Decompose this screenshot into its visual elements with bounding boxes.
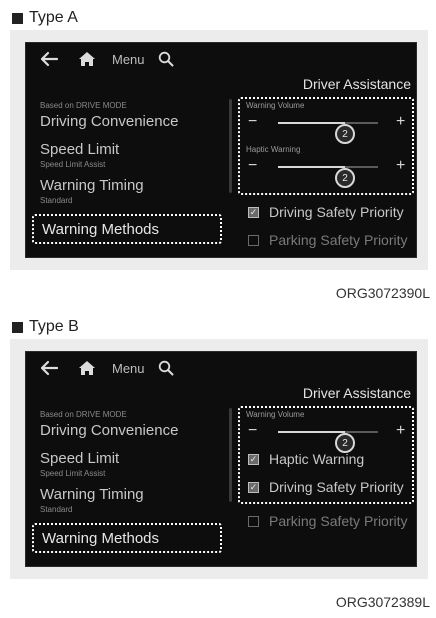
menu-scrollbar[interactable] [229, 408, 232, 502]
menu-item-driving-convenience[interactable]: Driving Convenience [40, 422, 178, 439]
search-icon[interactable] [157, 50, 175, 68]
slider-knob[interactable]: 2 [335, 168, 355, 188]
square-bullet-icon [12, 321, 23, 333]
type-a-heading: Type A [12, 8, 78, 28]
menu-item-warning-timing-sub: Standard [40, 196, 73, 205]
parking-safety-priority-label: Parking Safety Priority [269, 513, 408, 529]
checkbox[interactable]: ✓ [248, 453, 259, 465]
menu-button[interactable]: Menu [112, 361, 145, 376]
driving-safety-priority-label: Driving Safety Priority [269, 204, 404, 220]
volume-decrease-button[interactable]: − [248, 422, 257, 440]
menu-button[interactable]: Menu [112, 52, 145, 67]
haptic-increase-button[interactable]: + [396, 157, 405, 175]
type-b-infotainment-screen: Menu Driver Assistance Based on DRIVE MO… [25, 351, 417, 567]
driving-safety-priority-option[interactable]: ✓ Driving Safety Priority [248, 476, 404, 498]
haptic-warning-label: Haptic Warning [246, 145, 301, 154]
volume-decrease-button[interactable]: − [248, 113, 257, 131]
back-arrow-icon[interactable] [38, 49, 60, 69]
type-b-heading: Type B [12, 317, 79, 337]
volume-increase-button[interactable]: + [396, 113, 405, 131]
menu-item-speed-limit-sub: Speed Limit Assist [40, 469, 106, 478]
home-icon[interactable] [76, 358, 98, 378]
type-a-heading-text: Type A [29, 9, 78, 26]
screen-title: Driver Assistance [302, 385, 411, 401]
type-b-heading-text: Type B [29, 318, 79, 335]
warning-volume-label: Warning Volume [246, 410, 305, 419]
type-a-infotainment-screen: Menu Driver Assistance Based on DRIVE MO… [25, 42, 417, 258]
haptic-decrease-button[interactable]: − [248, 157, 257, 175]
haptic-warning-slider[interactable]: − 2 + [244, 155, 410, 188]
screen-title: Driver Assistance [302, 76, 411, 92]
slider-fill [278, 122, 345, 124]
square-bullet-icon [12, 12, 23, 24]
haptic-warning-label: Haptic Warning [269, 451, 365, 467]
settings-menu-list: Based on DRIVE MODE Driving Convenience … [26, 97, 224, 257]
type-b-section: Type B Menu Driver Assistance Based on D… [0, 309, 436, 618]
drive-mode-note: Based on DRIVE MODE [40, 410, 127, 419]
menu-item-warning-timing[interactable]: Warning Timing [40, 177, 144, 194]
driving-safety-priority-option[interactable]: ✓ Driving Safety Priority [248, 201, 404, 223]
type-b-top-bar: Menu [26, 352, 416, 384]
parking-safety-priority-option[interactable]: Parking Safety Priority [248, 229, 408, 251]
type-b-figure-panel: Menu Driver Assistance Based on DRIVE MO… [10, 339, 428, 579]
slider-fill [278, 431, 345, 433]
checkbox[interactable] [248, 234, 259, 246]
driving-safety-priority-label: Driving Safety Priority [269, 479, 404, 495]
slider-track: 2 [278, 166, 378, 188]
warning-volume-slider[interactable]: − 2 + [244, 420, 410, 453]
menu-item-speed-limit[interactable]: Speed Limit [40, 141, 119, 158]
menu-item-speed-limit-sub: Speed Limit Assist [40, 160, 106, 169]
type-a-top-bar: Menu [26, 43, 416, 75]
menu-item-warning-methods-label: Warning Methods [42, 221, 159, 238]
warning-volume-label: Warning Volume [246, 101, 305, 110]
search-icon[interactable] [157, 359, 175, 377]
parking-safety-priority-label: Parking Safety Priority [269, 232, 408, 248]
checkbox[interactable]: ✓ [248, 481, 259, 493]
figure-code: ORG3072390L [335, 285, 430, 301]
type-a-section: Type A Menu Driver Assistance Based on D… [0, 0, 436, 309]
menu-item-warning-timing[interactable]: Warning Timing [40, 486, 144, 503]
menu-item-warning-methods-label: Warning Methods [42, 530, 159, 547]
menu-scrollbar[interactable] [229, 99, 232, 193]
volume-increase-button[interactable]: + [396, 422, 405, 440]
menu-item-speed-limit[interactable]: Speed Limit [40, 450, 119, 467]
menu-item-driving-convenience[interactable]: Driving Convenience [40, 113, 178, 130]
drive-mode-note: Based on DRIVE MODE [40, 101, 127, 110]
warning-settings-highlight: Warning Volume − 2 + ✓ Haptic Warning ✓ … [238, 406, 414, 504]
home-icon[interactable] [76, 49, 98, 69]
checkbox[interactable]: ✓ [248, 206, 259, 218]
warning-volume-slider[interactable]: − 2 + [244, 111, 410, 144]
figure-code: ORG3072389L [335, 594, 430, 610]
slider-track: 2 [278, 122, 378, 144]
slider-knob[interactable]: 2 [335, 124, 355, 144]
menu-item-warning-methods[interactable]: Warning Methods [32, 523, 222, 553]
warning-settings-highlight: Warning Volume − 2 + Haptic Warning − 2 [238, 97, 414, 195]
back-arrow-icon[interactable] [38, 358, 60, 378]
type-a-figure-panel: Menu Driver Assistance Based on DRIVE MO… [10, 30, 428, 270]
checkbox[interactable] [248, 515, 259, 527]
slider-fill [278, 166, 345, 168]
slider-track: 2 [278, 431, 378, 453]
menu-item-warning-timing-sub: Standard [40, 505, 73, 514]
haptic-warning-option[interactable]: ✓ Haptic Warning [248, 448, 364, 470]
settings-menu-list: Based on DRIVE MODE Driving Convenience … [26, 406, 224, 566]
menu-item-warning-methods[interactable]: Warning Methods [32, 214, 222, 244]
parking-safety-priority-option[interactable]: Parking Safety Priority [248, 510, 408, 532]
